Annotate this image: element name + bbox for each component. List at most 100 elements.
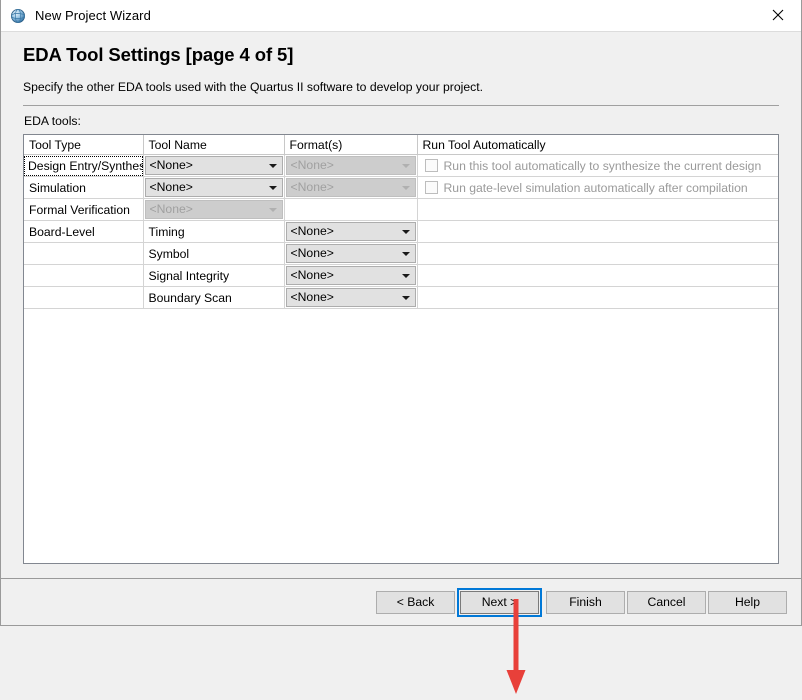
cell-run-tool-automatically: [417, 287, 778, 309]
chevron-down-icon[interactable]: [398, 230, 415, 234]
dialog-footer: < BackNext > FinishCancelHelp: [1, 578, 801, 625]
cell-formats[interactable]: <None>: [284, 221, 417, 243]
formats-combobox: <None>: [286, 156, 416, 175]
combobox-value: <None>: [146, 179, 265, 196]
cell-tool-name[interactable]: Signal Integrity: [143, 265, 284, 287]
cell-run-tool-automatically: [417, 221, 778, 243]
table-row: Boundary Scan<None>: [24, 287, 778, 309]
tool-type-label: Board-Level: [24, 222, 143, 242]
formats-combobox[interactable]: <None>: [286, 288, 416, 307]
column-header-run-tool-automatically[interactable]: Run Tool Automatically: [417, 135, 778, 155]
cell-tool-name[interactable]: Timing: [143, 221, 284, 243]
chevron-down-icon[interactable]: [265, 164, 282, 168]
run-tool-checkbox-label: Run this tool automatically to synthesiz…: [444, 159, 762, 173]
button-next[interactable]: Next >: [460, 591, 539, 614]
cell-tool-name[interactable]: Symbol: [143, 243, 284, 265]
combobox-value: <None>: [287, 245, 398, 262]
chevron-down-icon[interactable]: [265, 186, 282, 190]
table-row: Symbol<None>: [24, 243, 778, 265]
button-cancel[interactable]: Cancel: [627, 591, 706, 614]
chevron-down-icon[interactable]: [398, 296, 415, 300]
page-description: Specify the other EDA tools used with th…: [23, 80, 779, 94]
formats-combobox[interactable]: <None>: [286, 222, 416, 241]
formats-combobox[interactable]: <None>: [286, 244, 416, 263]
tool-name-combobox[interactable]: <None>: [145, 156, 283, 175]
combobox-value: <None>: [287, 157, 398, 174]
eda-tools-label: EDA tools:: [24, 114, 779, 128]
cell-formats[interactable]: <None>: [284, 155, 417, 177]
main-content: EDA tools: Tool Type Tool Name Format(s)…: [1, 106, 801, 578]
cell-formats[interactable]: <None>: [284, 243, 417, 265]
run-tool-checkbox-row[interactable]: Run gate-level simulation automatically …: [418, 177, 779, 198]
formats-combobox[interactable]: <None>: [286, 266, 416, 285]
table-header: Tool Type Tool Name Format(s) Run Tool A…: [24, 135, 778, 155]
run-tool-checkbox[interactable]: [425, 159, 438, 172]
cell-formats[interactable]: <None>: [284, 177, 417, 199]
quartus-globe-icon: [10, 8, 26, 24]
chevron-down-icon[interactable]: [398, 274, 415, 278]
cell-formats: [284, 199, 417, 221]
tool-name-label: Timing: [144, 222, 284, 242]
combobox-value: <None>: [287, 267, 398, 284]
table-header-row: Tool Type Tool Name Format(s) Run Tool A…: [24, 135, 778, 155]
cell-formats[interactable]: <None>: [284, 287, 417, 309]
button-finish[interactable]: Finish: [546, 591, 625, 614]
cell-tool-name[interactable]: <None>: [143, 199, 284, 221]
cell-tool-type[interactable]: Design Entry/Synthesis: [24, 155, 143, 177]
cell-tool-name[interactable]: <None>: [143, 155, 284, 177]
cell-tool-type[interactable]: Simulation: [24, 177, 143, 199]
eda-tools-table-container: Tool Type Tool Name Format(s) Run Tool A…: [23, 134, 779, 564]
column-header-tool-name[interactable]: Tool Name: [143, 135, 284, 155]
button-back[interactable]: < Back: [376, 591, 455, 614]
tool-type-label: Simulation: [24, 178, 143, 198]
cell-tool-name[interactable]: <None>: [143, 177, 284, 199]
combobox-value: <None>: [287, 179, 398, 196]
combobox-value: <None>: [146, 157, 265, 174]
tool-name-label: Boundary Scan: [144, 288, 284, 308]
table-filler-cell: [24, 309, 143, 310]
button-help[interactable]: Help: [708, 591, 787, 614]
table-filler-cell: [417, 309, 778, 310]
cell-tool-type[interactable]: Board-Level: [24, 221, 143, 243]
tool-name-label: Symbol: [144, 244, 284, 264]
table-body: Design Entry/Synthesis<None><None>Run th…: [24, 155, 778, 310]
cell-run-tool-automatically: [417, 265, 778, 287]
eda-tools-table: Tool Type Tool Name Format(s) Run Tool A…: [24, 135, 778, 309]
cell-run-tool-automatically[interactable]: Run this tool automatically to synthesiz…: [417, 155, 778, 177]
combobox-value: <None>: [287, 289, 398, 306]
window-title: New Project Wizard: [35, 8, 151, 23]
table-filler-row: [24, 309, 778, 310]
run-tool-checkbox[interactable]: [425, 181, 438, 194]
chevron-down-icon[interactable]: [398, 252, 415, 256]
cell-run-tool-automatically: [417, 243, 778, 265]
table-row: Signal Integrity<None>: [24, 265, 778, 287]
chevron-down-icon: [265, 208, 282, 212]
cell-run-tool-automatically: [417, 199, 778, 221]
tool-name-label: Signal Integrity: [144, 266, 284, 286]
table-row: Design Entry/Synthesis<None><None>Run th…: [24, 155, 778, 177]
tool-name-combobox[interactable]: <None>: [145, 178, 283, 197]
cell-tool-name[interactable]: Boundary Scan: [143, 287, 284, 309]
cell-tool-type[interactable]: [24, 287, 143, 309]
cell-tool-type[interactable]: [24, 243, 143, 265]
column-header-formats[interactable]: Format(s): [284, 135, 417, 155]
cell-tool-type[interactable]: Formal Verification: [24, 199, 143, 221]
title-bar: New Project Wizard: [1, 0, 801, 32]
run-tool-checkbox-label: Run gate-level simulation automatically …: [444, 181, 748, 195]
close-icon[interactable]: [755, 0, 801, 30]
table-row: Board-LevelTiming<None>: [24, 221, 778, 243]
table-row: Formal Verification<None>: [24, 199, 778, 221]
combobox-value: <None>: [146, 201, 265, 218]
cell-formats[interactable]: <None>: [284, 265, 417, 287]
cell-run-tool-automatically[interactable]: Run gate-level simulation automatically …: [417, 177, 778, 199]
table-filler-cell: [284, 309, 417, 310]
tool-type-label: Design Entry/Synthesis: [24, 156, 143, 176]
tool-name-combobox: <None>: [145, 200, 283, 219]
table-filler-cell: [143, 309, 284, 310]
column-header-tool-type[interactable]: Tool Type: [24, 135, 143, 155]
tool-type-label: Formal Verification: [24, 200, 143, 220]
combobox-value: <None>: [287, 223, 398, 240]
new-project-wizard-window: New Project Wizard EDA Tool Settings [pa…: [0, 0, 802, 626]
cell-tool-type[interactable]: [24, 265, 143, 287]
run-tool-checkbox-row[interactable]: Run this tool automatically to synthesiz…: [418, 155, 779, 176]
